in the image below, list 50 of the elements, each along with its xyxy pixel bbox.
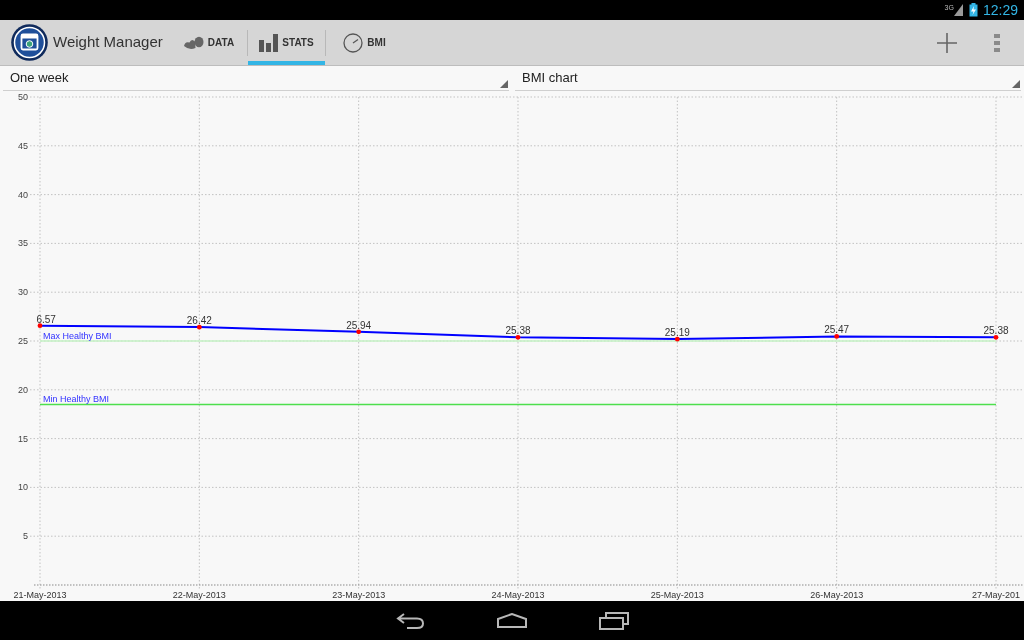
data-point xyxy=(515,334,521,340)
data-point xyxy=(993,334,999,340)
app-icon[interactable] xyxy=(11,24,48,61)
tab[interactable]: BMI xyxy=(326,20,403,65)
data-point xyxy=(356,329,362,335)
clock: 12:29 xyxy=(982,3,1018,17)
data-point xyxy=(674,336,680,342)
back-icon xyxy=(396,612,424,629)
data-value-label: 25.38 xyxy=(983,325,1009,337)
y-axis-label: 20 xyxy=(18,384,28,395)
x-axis-label: 25-May-2013 xyxy=(650,590,704,600)
y-axis-label: 5 xyxy=(23,531,28,542)
dropdown-corner-icon xyxy=(1012,80,1020,88)
data-value-label: 25.94 xyxy=(346,319,372,331)
y-axis-label: 15 xyxy=(18,433,28,444)
plus-icon xyxy=(937,32,957,53)
y-axis-label: 35 xyxy=(18,238,28,249)
y-axis-label: 30 xyxy=(18,287,28,298)
x-axis-label: 24-May-2013 xyxy=(491,590,545,600)
data-point xyxy=(834,334,840,339)
y-axis-label: 40 xyxy=(18,189,28,200)
gauge-icon xyxy=(343,32,364,53)
y-axis-label: 25 xyxy=(18,336,28,346)
reference-label: Min Healthy BMI xyxy=(43,394,110,405)
x-axis-label: 21-May-2013 xyxy=(13,590,67,600)
recents-icon xyxy=(599,611,629,630)
battery-icon xyxy=(968,3,978,17)
bar-chart-icon xyxy=(259,33,279,52)
reference-label: Max Healthy BMI xyxy=(43,331,112,341)
x-axis-label: 27-May-201 xyxy=(972,590,1020,600)
home-icon xyxy=(497,613,527,628)
more-icon xyxy=(994,33,1000,52)
y-axis-label: 10 xyxy=(18,482,28,493)
dropdown-corner-icon xyxy=(500,80,508,88)
y-axis-label: 45 xyxy=(18,140,28,151)
x-axis-label: 23-May-2013 xyxy=(332,590,386,600)
data-point xyxy=(37,323,43,329)
data-value-label: 6.57 xyxy=(36,313,56,325)
data-value-label: 26.42 xyxy=(186,315,212,327)
x-axis-label: 26-May-2013 xyxy=(810,590,864,600)
signal-icon xyxy=(953,4,963,16)
x-axis-label: 22-May-2013 xyxy=(172,590,226,600)
data-value-label: 25.38 xyxy=(505,325,531,337)
data-value-label: 25.19 xyxy=(664,327,690,339)
data-value-label: 25.47 xyxy=(824,324,850,336)
tab[interactable]: DATA xyxy=(170,20,247,65)
app-title: Weight Manager xyxy=(53,32,163,53)
y-axis-label: 50 xyxy=(18,92,28,102)
data-point xyxy=(196,324,202,330)
blob-icon xyxy=(182,35,204,50)
